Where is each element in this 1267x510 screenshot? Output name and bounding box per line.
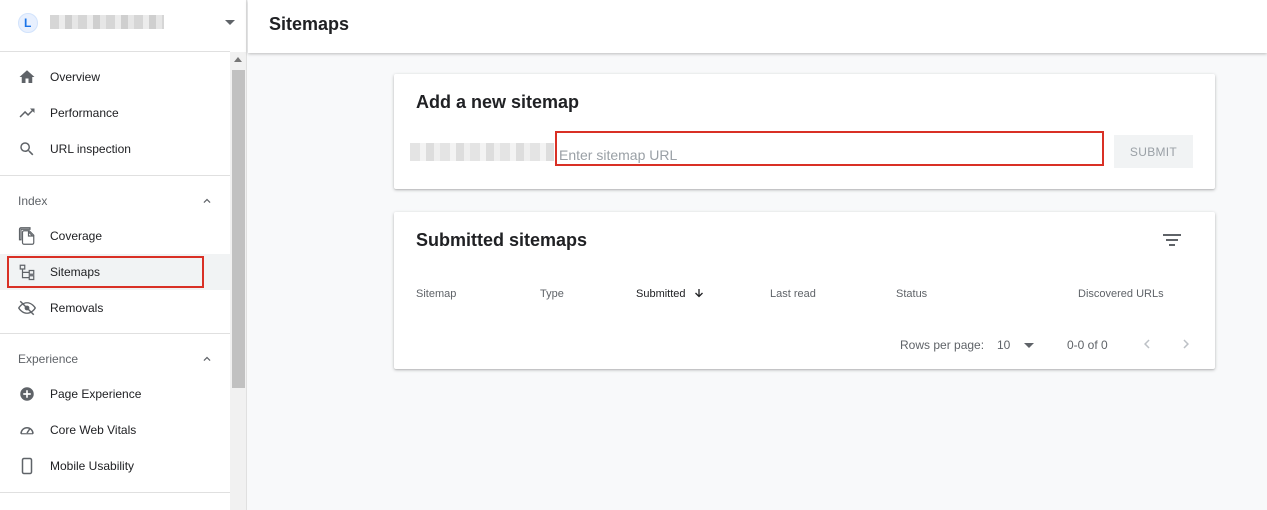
sidebar-divider	[0, 333, 230, 334]
scrollbar-thumb[interactable]	[232, 70, 245, 388]
trending-up-icon	[19, 108, 35, 118]
column-header-status[interactable]: Status	[896, 288, 927, 300]
dropdown-caret-icon	[225, 20, 235, 25]
nav-item-label: Removals	[50, 301, 104, 315]
nav-item-coverage[interactable]: Coverage	[0, 218, 230, 254]
chevron-right-icon[interactable]	[1177, 335, 1195, 353]
section-label-experience: Experience	[18, 352, 79, 366]
arrow-down-icon[interactable]	[693, 287, 705, 299]
home-icon	[19, 70, 35, 83]
column-header-sitemap[interactable]: Sitemap	[416, 288, 456, 300]
property-logo: L	[18, 13, 38, 33]
filter-icon[interactable]	[1160, 228, 1184, 252]
sidebar-divider	[0, 492, 230, 493]
sidebar: L Overview Performance URL inspection In…	[0, 0, 247, 510]
nav-item-label: Overview	[50, 70, 101, 84]
add-sitemap-title: Add a new sitemap	[416, 92, 580, 112]
submitted-sitemaps-title: Submitted sitemaps	[416, 230, 588, 250]
property-name-redacted	[50, 15, 164, 29]
rows-per-page-label: Rows per page:	[900, 338, 985, 352]
nav-item-label: Page Experience	[50, 387, 142, 401]
nav-item-label: Coverage	[50, 229, 103, 243]
nav-item-url-inspection[interactable]: URL inspection	[0, 131, 230, 167]
page-header: Sitemaps	[248, 0, 1267, 53]
add-sitemap-card: Add a new sitemap SUBMIT	[394, 74, 1215, 189]
nav-item-label: Core Web Vitals	[50, 423, 137, 437]
column-header-type[interactable]: Type	[540, 288, 564, 300]
property-logo-letter: L	[24, 16, 32, 30]
sitemaps-highlight-box	[7, 256, 204, 288]
submitted-sitemaps-card: Submitted sitemaps Sitemap Type Submitte…	[394, 212, 1215, 369]
dropdown-caret-icon[interactable]	[1024, 343, 1034, 348]
domain-prefix-redacted	[410, 143, 554, 161]
column-header-discovered-urls[interactable]: Discovered URLs	[1078, 288, 1164, 300]
nav-item-label: Performance	[50, 106, 119, 120]
sidebar-divider	[0, 175, 230, 176]
search-icon	[20, 142, 34, 156]
chevron-left-icon[interactable]	[1138, 335, 1156, 353]
section-label-index: Index	[18, 194, 48, 208]
speed-gauge-icon	[20, 427, 34, 435]
sitemap-url-input[interactable]	[555, 131, 1104, 166]
nav-item-page-experience[interactable]: Page Experience	[0, 376, 230, 412]
column-header-submitted[interactable]: Submitted	[636, 288, 686, 300]
nav-item-performance[interactable]: Performance	[0, 95, 230, 131]
nav-item-label: Mobile Usability	[50, 459, 135, 473]
nav-item-label: URL inspection	[50, 142, 131, 156]
pagination-range: 0-0 of 0	[1067, 338, 1108, 352]
nav-item-mobile-usability[interactable]: Mobile Usability	[0, 448, 230, 484]
column-header-last-read[interactable]: Last read	[770, 288, 816, 300]
visibility-off-icon	[18, 300, 36, 316]
copy-icon	[18, 227, 35, 245]
nav-item-overview[interactable]: Overview	[0, 59, 230, 95]
rows-per-page-select[interactable]: 10	[997, 338, 1010, 352]
chevron-up-icon[interactable]	[200, 352, 214, 366]
scroll-up-arrow-icon[interactable]	[234, 57, 242, 62]
smartphone-icon	[21, 457, 33, 475]
chevron-up-icon[interactable]	[200, 194, 214, 208]
nav-item-removals[interactable]: Removals	[0, 290, 230, 326]
page-title: Sitemaps	[269, 14, 350, 34]
add-circle-icon	[20, 387, 34, 401]
nav-item-core-web-vitals[interactable]: Core Web Vitals	[0, 412, 230, 448]
submit-button[interactable]: SUBMIT	[1114, 135, 1193, 168]
sidebar-scrollbar[interactable]	[230, 52, 246, 510]
property-selector[interactable]: L	[0, 0, 235, 52]
